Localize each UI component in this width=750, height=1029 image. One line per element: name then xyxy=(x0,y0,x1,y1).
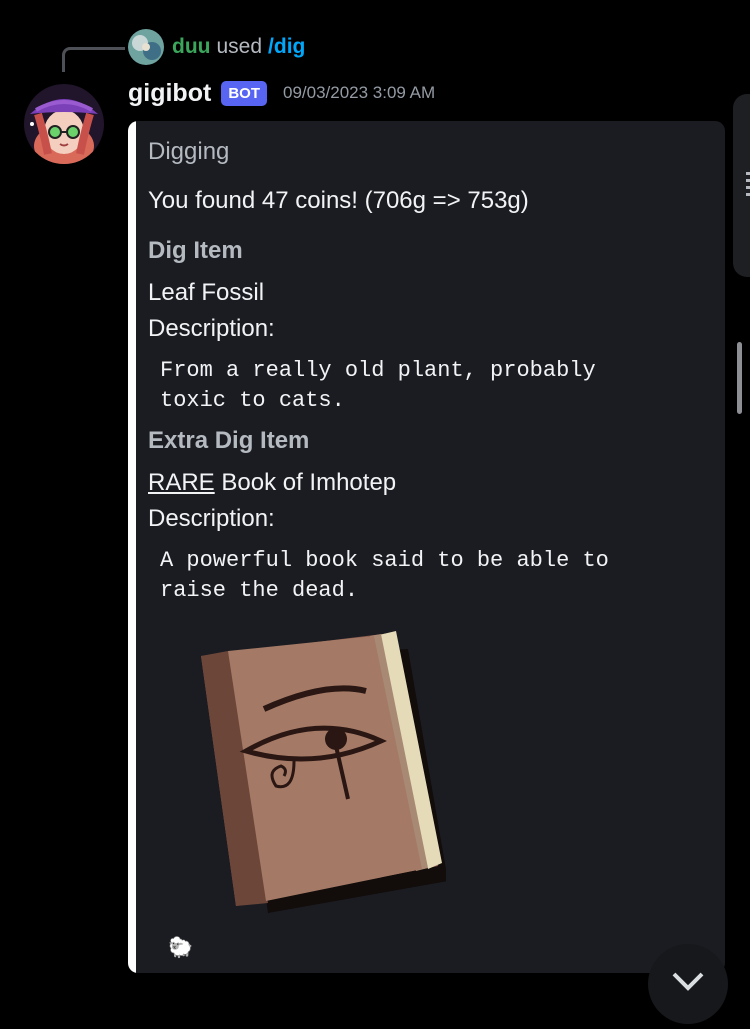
rarity-label: RARE xyxy=(148,469,215,496)
dig-item-description-label: Description: xyxy=(148,315,275,342)
dig-item-description-line-2: toxic to cats. xyxy=(160,388,345,413)
extra-item-name: Book of Imhotep xyxy=(221,469,397,496)
extra-item-description-line-2: raise the dead. xyxy=(160,578,359,603)
dig-item-name: Leaf Fossil xyxy=(148,279,265,306)
message-timestamp: 09/03/2023 3:09 AM xyxy=(282,83,436,102)
bot-username[interactable]: gigibot xyxy=(128,79,211,108)
jump-to-present-button[interactable] xyxy=(648,944,728,1024)
embed-card: Digging You found 47 coins! (706g => 753… xyxy=(128,121,725,973)
field-dig-item-title: Dig Item xyxy=(148,237,243,264)
command-name[interactable]: /dig xyxy=(268,35,305,59)
extra-item-description-line-1: A powerful book said to be able to xyxy=(160,548,609,573)
embed-description: You found 47 coins! (706g => 753g) xyxy=(148,187,529,214)
reply-used-text: used xyxy=(216,35,263,58)
extra-item-name-row: RARE Book of Imhotep xyxy=(148,469,396,497)
bot-badge: BOT xyxy=(221,80,267,106)
book-of-imhotep-image[interactable] xyxy=(176,621,448,921)
bot-avatar[interactable] xyxy=(24,84,104,164)
reply-username[interactable]: duu xyxy=(172,35,210,59)
sheep-icon: 🐑 xyxy=(168,937,193,959)
field-extra-dig-item-title: Extra Dig Item xyxy=(148,427,310,454)
reply-bar[interactable]: duu used /dig xyxy=(128,29,305,65)
dig-item-description-line-1: From a really old plant, probably xyxy=(160,358,596,383)
embed-accent-bar xyxy=(128,121,136,973)
reply-connector xyxy=(62,47,125,72)
message-header: gigibot BOT 09/03/2023 3:09 AM xyxy=(128,76,435,110)
reply-avatar[interactable] xyxy=(128,29,164,65)
close-icon xyxy=(672,972,704,991)
menu-icon[interactable] xyxy=(746,170,750,198)
extra-item-description-label: Description: xyxy=(148,505,275,532)
embed-author: Digging xyxy=(148,138,230,165)
scrollbar-thumb[interactable] xyxy=(737,342,742,414)
